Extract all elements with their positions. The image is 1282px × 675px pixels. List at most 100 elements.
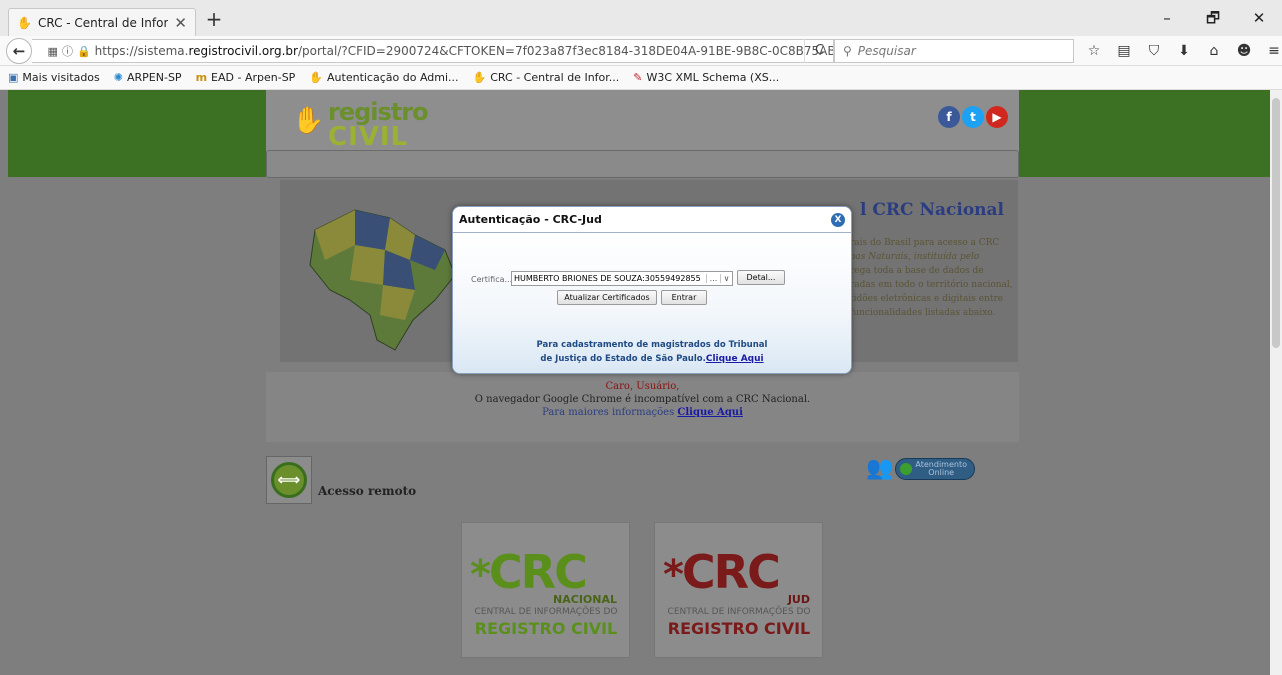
bookmark-ead[interactable]: m EAD - Arpen-SP [196, 71, 296, 84]
support-line-2: Online [928, 467, 955, 477]
youtube-icon[interactable]: ▶ [986, 106, 1008, 128]
bookmarks-library-icon[interactable]: ▤ [1114, 39, 1134, 63]
bookmark-label: CRC - Central de Infor... [490, 71, 620, 84]
page-viewport: ✋ registro CIVIL f t ▶ l CRC Nacional ra… [0, 90, 1282, 675]
tab-close-icon[interactable]: ✕ [174, 14, 187, 32]
url-path: /portal/?CFID=2900724&CFTOKEN=7f023a87f3… [297, 44, 833, 58]
hero-description: rais do Brasil para acesso a CRC oas Nat… [850, 236, 1018, 320]
magistrate-registration-note: Para cadastramento de magistrados do Tri… [453, 338, 851, 366]
dialog-body: Certifica... HUMBERTO BRIONES DE SOUZA:3… [453, 233, 851, 373]
back-arrow-icon[interactable]: ← [6, 38, 32, 64]
w3c-icon: ✎ [633, 71, 643, 84]
note-line-2: de Justiça do Estado de São Paulo.Clique… [453, 352, 851, 366]
emoji-icon[interactable]: ☻ [1234, 39, 1254, 63]
bookmarks-toolbar: ▣ Mais visitados ✺ ARPEN-SP m EAD - Arpen-S… [0, 66, 1282, 90]
bookmark-star-icon[interactable]: ☆ [1084, 39, 1104, 63]
browser-warning-notice: Caro, Usuário, O navegador Google Chrome… [266, 372, 1019, 442]
pocket-icon[interactable]: ⛉ [1144, 39, 1164, 63]
ead-icon: m [195, 71, 208, 84]
online-support-widget[interactable]: 👥 Atendimento Online [866, 456, 976, 481]
new-tab-button[interactable]: + [202, 8, 226, 32]
site-menu-bar[interactable] [266, 150, 1019, 178]
hero-line: rais do Brasil para acesso a CRC [850, 238, 1000, 248]
certificate-value: HUMBERTO BRIONES DE SOUZA:30559492855 [514, 274, 701, 283]
card-caption: CENTRAL DE INFORMAÇÕES DO [667, 607, 811, 617]
remote-access[interactable]: ⟺ Acesso remoto [266, 456, 416, 504]
reload-icon[interactable]: C [804, 39, 834, 63]
notice-click-here-link[interactable]: Clique Aqui [677, 407, 742, 418]
close-window-button[interactable]: ✕ [1236, 0, 1282, 36]
toolbar-icons: ☆ ▤ ⛉ ⬇ ⌂ ☻ ≡ [1084, 39, 1282, 63]
restore-button[interactable]: 🗗 [1190, 0, 1236, 36]
magistrate-click-here-link[interactable]: Clique Aqui [706, 354, 764, 364]
hero-title: l CRC Nacional [860, 200, 1005, 220]
card-logo: *CRC [470, 545, 588, 599]
hero-line: oas Naturais, instituída pelo [850, 252, 980, 262]
crc-icon: ✋ [309, 71, 324, 84]
bookmark-crc[interactable]: ✋ CRC - Central de Infor... [473, 71, 620, 84]
hero-line: funcionalidades listadas abaixo. [850, 308, 996, 318]
brazil-map-icon [309, 209, 456, 351]
arpen-icon: ✺ [113, 71, 123, 84]
url-text[interactable]: https://sistema.registrocivil.org.br/por… [95, 44, 833, 58]
dialog-header: Autenticação - CRC-Jud X [453, 207, 851, 233]
url-prefix: https://sistema. [94, 44, 189, 58]
certificate-ellipsis: ... [706, 274, 720, 283]
page-scrollbar[interactable] [1270, 90, 1282, 675]
menu-icon[interactable]: ≡ [1264, 39, 1282, 63]
crc-nacional-card[interactable]: *CRC NACIONAL CENTRAL DE INFORMAÇÕES DO … [461, 522, 630, 658]
bookmark-autenticacao[interactable]: ✋ Autenticação do Admi... [309, 71, 458, 84]
support-agents-icon: 👥 [866, 456, 894, 481]
card-caption: CENTRAL DE INFORMAÇÕES DO [474, 607, 618, 617]
tab-bar: ✋ CRC - Central de Informaç... ✕ + – 🗗 ✕ [0, 0, 1282, 36]
enter-button[interactable]: Entrar [661, 290, 707, 305]
reader-icon[interactable]: ▦ [48, 45, 58, 58]
hero-line: tidões eletrônicas e digitais entre [850, 294, 1004, 304]
chevron-down-icon[interactable]: ∨ [720, 274, 732, 283]
asterisk-icon: * [663, 552, 684, 598]
remote-access-icon[interactable]: ⟺ [266, 456, 312, 504]
minimize-button[interactable]: – [1144, 0, 1190, 36]
logo-text-bottom: CIVIL [328, 122, 409, 152]
online-support-button[interactable]: Atendimento Online [895, 457, 976, 480]
social-links: f t ▶ [938, 106, 1008, 128]
note-line-2-text: de Justiça do Estado de São Paulo. [540, 354, 706, 364]
card-big-text: CRC [681, 545, 781, 599]
facebook-icon[interactable]: f [938, 106, 960, 128]
site-favicon-icon: ✋ [17, 15, 32, 30]
card-name: REGISTRO CIVIL [474, 619, 618, 638]
crc-icon: ✋ [472, 71, 487, 84]
online-status-icon [900, 462, 913, 475]
crc-jud-card[interactable]: *CRC JUD CENTRAL DE INFORMAÇÕES DO REGIS… [654, 522, 823, 658]
twitter-icon[interactable]: t [962, 106, 984, 128]
update-certificates-button[interactable]: Atualizar Certificados [557, 290, 657, 305]
notice-message: O navegador Google Chrome é incompatível… [474, 394, 811, 405]
dialog-close-icon[interactable]: X [831, 212, 845, 227]
search-icon: ⚲ [843, 44, 852, 58]
browser-tab[interactable]: ✋ CRC - Central de Informaç... ✕ [8, 8, 196, 36]
scrollbar-thumb[interactable] [1272, 98, 1280, 348]
card-subtitle: NACIONAL [553, 593, 617, 606]
dialog-title: Autenticação - CRC-Jud [459, 213, 602, 226]
online-support-text: Atendimento Online [915, 460, 967, 477]
bookmark-mais-visitados[interactable]: ▣ Mais visitados [8, 71, 100, 84]
downloads-icon[interactable]: ⬇ [1174, 39, 1194, 63]
address-bar[interactable]: ▦ ⓘ 🔒 https://sistema.registrocivil.org.… [32, 39, 834, 63]
window-controls: – 🗗 ✕ [1144, 0, 1282, 36]
details-button[interactable]: Detal... [737, 270, 785, 285]
home-icon[interactable]: ⌂ [1204, 39, 1224, 63]
notice-greeting: Caro, Usuário, [605, 381, 680, 392]
search-input[interactable]: ⚲ Pesquisar [834, 39, 1074, 63]
hero-line: rega toda a base de dados de [850, 266, 984, 276]
bookmark-arpen-sp[interactable]: ✺ ARPEN-SP [114, 71, 182, 84]
bookmark-label: Autenticação do Admi... [327, 71, 459, 84]
info-icon[interactable]: ⓘ [62, 43, 73, 59]
registro-civil-logo[interactable]: ✋ registro CIVIL [292, 98, 432, 152]
bookmark-label: ARPEN-SP [127, 71, 182, 84]
url-domain: registrocivil.org.br [188, 44, 298, 58]
bookmark-w3c[interactable]: ✎ W3C XML Schema (XS... [633, 71, 779, 84]
remote-access-label[interactable]: Acesso remoto [318, 484, 416, 498]
search-placeholder: Pesquisar [857, 44, 916, 58]
lock-icon[interactable]: 🔒 [77, 45, 91, 58]
certificate-select[interactable]: HUMBERTO BRIONES DE SOUZA:30559492855 ..… [511, 271, 733, 286]
